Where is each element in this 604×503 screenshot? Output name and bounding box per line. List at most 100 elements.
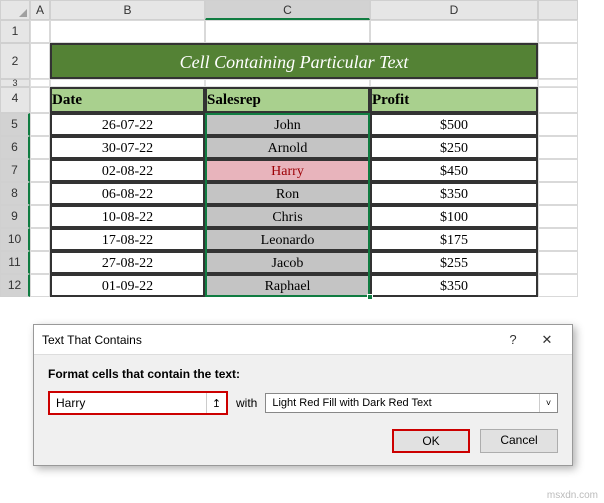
cell-d3[interactable] <box>370 79 538 87</box>
cell-salesrep[interactable]: Chris <box>205 205 370 228</box>
cell-b1[interactable] <box>50 20 205 43</box>
cell-profit[interactable]: $350 <box>370 182 538 205</box>
selection-handle[interactable] <box>367 294 373 300</box>
cell-profit[interactable]: $100 <box>370 205 538 228</box>
cell-e3[interactable] <box>538 79 578 87</box>
cell-a7[interactable] <box>30 159 50 182</box>
dialog-title: Text That Contains <box>42 333 496 347</box>
cell-a11[interactable] <box>30 251 50 274</box>
cell-profit[interactable]: $175 <box>370 228 538 251</box>
cell-a1[interactable] <box>30 20 50 43</box>
cell-salesrep[interactable]: Harry <box>205 159 370 182</box>
cell-profit[interactable]: $450 <box>370 159 538 182</box>
watermark: msxdn.com <box>547 490 598 501</box>
cell-d1[interactable] <box>370 20 538 43</box>
cell-e7[interactable] <box>538 159 578 182</box>
format-combo[interactable]: Light Red Fill with Dark Red Text ˅ <box>265 393 558 413</box>
row-header-10[interactable]: 10 <box>0 228 30 251</box>
cell-salesrep[interactable]: John <box>205 113 370 136</box>
cell-e12[interactable] <box>538 274 578 297</box>
cell-e11[interactable] <box>538 251 578 274</box>
cell-a5[interactable] <box>30 113 50 136</box>
cell-c1[interactable] <box>205 20 370 43</box>
cell-a10[interactable] <box>30 228 50 251</box>
table-row: 02-08-22Harry$450 <box>30 159 578 182</box>
dialog-titlebar[interactable]: Text That Contains ? ✕ <box>34 325 572 355</box>
table-row: 01-09-22Raphael$350 <box>30 274 578 297</box>
cell-date[interactable]: 02-08-22 <box>50 159 205 182</box>
col-header-d[interactable]: D <box>370 0 538 20</box>
table-row: 26-07-22John$500 <box>30 113 578 136</box>
cancel-button[interactable]: Cancel <box>480 429 558 453</box>
help-icon[interactable]: ? <box>496 326 530 354</box>
text-that-contains-dialog: Text That Contains ? ✕ Format cells that… <box>33 324 573 466</box>
cell-a4[interactable] <box>30 87 50 113</box>
row-header-9[interactable]: 9 <box>0 205 30 228</box>
table-row: 27-08-22Jacob$255 <box>30 251 578 274</box>
row-header-1[interactable]: 1 <box>0 20 30 43</box>
cell-c3[interactable] <box>205 79 370 87</box>
cell-a9[interactable] <box>30 205 50 228</box>
cell-b3[interactable] <box>50 79 205 87</box>
col-header-b[interactable]: B <box>50 0 205 20</box>
table-row: 30-07-22Arnold$250 <box>30 136 578 159</box>
cell-profit[interactable]: $350 <box>370 274 538 297</box>
cell-date[interactable]: 30-07-22 <box>50 136 205 159</box>
row-header-7[interactable]: 7 <box>0 159 30 182</box>
col-header-e[interactable] <box>538 0 578 20</box>
col-header-c[interactable]: C <box>205 0 370 20</box>
table-row: 06-08-22Ron$350 <box>30 182 578 205</box>
cell-salesrep[interactable]: Ron <box>205 182 370 205</box>
close-icon[interactable]: ✕ <box>530 326 564 354</box>
cell-e5[interactable] <box>538 113 578 136</box>
cell-salesrep[interactable]: Arnold <box>205 136 370 159</box>
range-selector-icon[interactable]: ↥ <box>206 393 226 413</box>
row-header-11[interactable]: 11 <box>0 251 30 274</box>
row-header-12[interactable]: 12 <box>0 274 30 297</box>
cell-a3[interactable] <box>30 79 50 87</box>
select-all-corner[interactable] <box>0 0 30 20</box>
cell-profit[interactable]: $250 <box>370 136 538 159</box>
header-date[interactable]: Date <box>50 87 205 113</box>
chevron-down-icon[interactable]: ˅ <box>539 394 557 412</box>
header-profit[interactable]: Profit <box>370 87 538 113</box>
cell-date[interactable]: 27-08-22 <box>50 251 205 274</box>
cell-e8[interactable] <box>538 182 578 205</box>
row-header-8[interactable]: 8 <box>0 182 30 205</box>
cell-date[interactable]: 10-08-22 <box>50 205 205 228</box>
cell-e9[interactable] <box>538 205 578 228</box>
spreadsheet-area: A B C D 1 2 3 4 5 6 7 8 9 10 11 12 Cell … <box>0 0 604 305</box>
cell-date[interactable]: 01-09-22 <box>50 274 205 297</box>
title-cell[interactable]: Cell Containing Particular Text <box>50 43 538 79</box>
cell-e10[interactable] <box>538 228 578 251</box>
row-header-5[interactable]: 5 <box>0 113 30 136</box>
format-combo-text: Light Red Fill with Dark Red Text <box>266 394 539 412</box>
cell-salesrep[interactable]: Leonardo <box>205 228 370 251</box>
cell-date[interactable]: 06-08-22 <box>50 182 205 205</box>
cell-e2[interactable] <box>538 43 578 79</box>
row-header-2[interactable]: 2 <box>0 43 30 79</box>
cell-a12[interactable] <box>30 274 50 297</box>
grid: Cell Containing Particular Text Date Sal… <box>30 20 578 297</box>
cell-e1[interactable] <box>538 20 578 43</box>
row-header-4[interactable]: 4 <box>0 87 30 113</box>
header-salesrep[interactable]: Salesrep <box>205 87 370 113</box>
cell-a6[interactable] <box>30 136 50 159</box>
col-header-a[interactable]: A <box>30 0 50 20</box>
cell-profit[interactable]: $255 <box>370 251 538 274</box>
ok-button[interactable]: OK <box>392 429 470 453</box>
cell-a8[interactable] <box>30 182 50 205</box>
row-header-6[interactable]: 6 <box>0 136 30 159</box>
text-input[interactable] <box>50 393 206 413</box>
cell-date[interactable]: 17-08-22 <box>50 228 205 251</box>
cell-salesrep[interactable]: Raphael <box>205 274 370 297</box>
cell-profit[interactable]: $500 <box>370 113 538 136</box>
cell-date[interactable]: 26-07-22 <box>50 113 205 136</box>
row-header-3[interactable]: 3 <box>0 79 30 87</box>
cell-a2[interactable] <box>30 43 50 79</box>
text-input-wrap: ↥ <box>48 391 228 415</box>
cell-e6[interactable] <box>538 136 578 159</box>
table-row: 17-08-22Leonardo$175 <box>30 228 578 251</box>
cell-salesrep[interactable]: Jacob <box>205 251 370 274</box>
cell-e4[interactable] <box>538 87 578 113</box>
